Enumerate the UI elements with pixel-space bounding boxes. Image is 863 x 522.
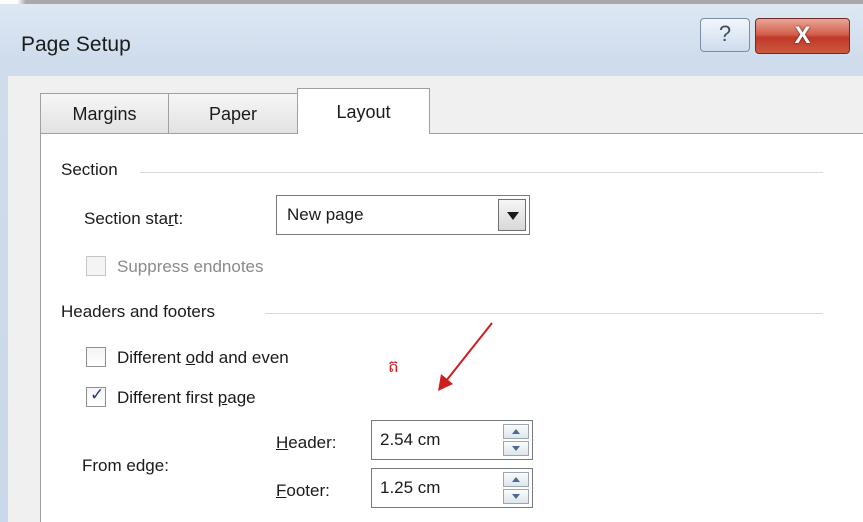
tab-layout-label: Layout — [336, 102, 391, 122]
page-setup-window: Page Setup ? X Margins Paper Layout Sect… — [0, 0, 863, 522]
annotation-arrow-icon — [438, 322, 493, 391]
tab-layout[interactable]: Layout — [297, 88, 430, 134]
